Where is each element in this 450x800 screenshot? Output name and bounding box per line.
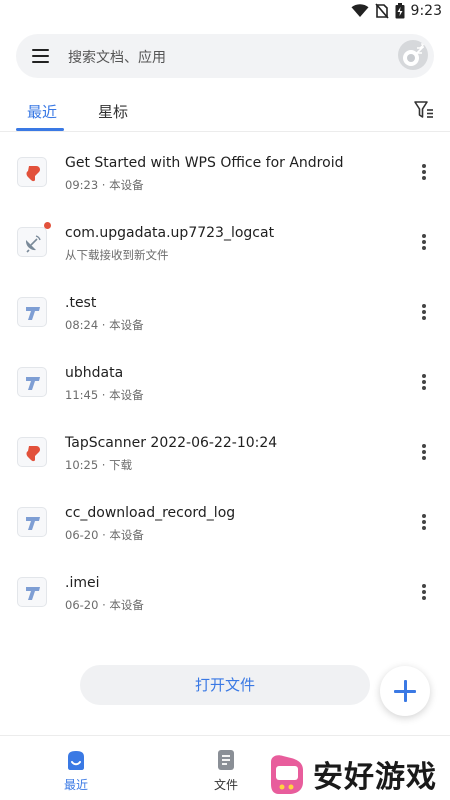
file-name: cc_download_record_log: [65, 505, 236, 521]
file-meta: 08:24 · 本设备: [65, 318, 144, 332]
status-bar: 9:23: [0, 0, 450, 24]
new-file-badge: [44, 222, 51, 229]
satellite-icon: [17, 227, 47, 257]
search-bar[interactable]: 搜索文档、应用: [16, 34, 434, 78]
status-time: 9:23: [410, 3, 442, 19]
nav-recent[interactable]: 最近: [36, 736, 116, 800]
file-name: .test: [65, 295, 97, 311]
battery-icon: [395, 3, 405, 19]
watermark-text: 安好游戏: [313, 760, 437, 795]
file-meta: 06-20 · 本设备: [65, 598, 144, 612]
file-name: com.upgadata.up7723_logcat: [65, 225, 275, 241]
file-row[interactable]: cc_download_record_log 06-20 · 本设备: [0, 490, 450, 560]
nav-files-label: 文件: [213, 778, 238, 792]
file-meta: 09:23 · 本设备: [65, 178, 144, 192]
filter-icon[interactable]: [413, 99, 435, 121]
more-options-icon[interactable]: [416, 232, 432, 252]
add-fab[interactable]: [380, 666, 430, 716]
more-options-icon[interactable]: [416, 372, 432, 392]
tab-starred[interactable]: 星标: [98, 101, 128, 122]
watermark: 安好游戏: [265, 752, 450, 800]
recent-icon: [68, 751, 84, 770]
file-list: Get Started with WPS Office for Android …: [0, 140, 450, 630]
no-sim-icon: [374, 3, 389, 19]
menu-icon[interactable]: [30, 46, 52, 66]
nav-files[interactable]: 文件: [186, 736, 266, 800]
nav-recent-label: 最近: [63, 778, 88, 792]
file-meta: 11:45 · 本设备: [65, 388, 144, 402]
file-name: TapScanner 2022-06-22-10:24: [65, 435, 278, 451]
text-doc-icon: [17, 507, 47, 537]
pdf-icon: [17, 157, 47, 187]
file-row[interactable]: .test 08:24 · 本设备: [0, 280, 450, 350]
file-row[interactable]: com.upgadata.up7723_logcat 从下载接收到新文件: [0, 210, 450, 280]
file-row[interactable]: TapScanner 2022-06-22-10:24 10:25 · 下载: [0, 420, 450, 490]
file-meta: 06-20 · 本设备: [65, 528, 144, 542]
avatar[interactable]: [398, 40, 428, 70]
file-meta: 从下载接收到新文件: [65, 248, 169, 262]
more-options-icon[interactable]: [416, 302, 432, 322]
text-doc-icon: [17, 297, 47, 327]
file-row[interactable]: .imei 06-20 · 本设备: [0, 560, 450, 630]
file-name: .imei: [65, 575, 100, 591]
search-input[interactable]: 搜索文档、应用: [68, 47, 166, 67]
more-options-icon[interactable]: [416, 582, 432, 602]
status-icons: 9:23: [351, 3, 442, 19]
document-icon: [218, 750, 234, 770]
wifi-icon: [351, 4, 369, 17]
more-options-icon[interactable]: [416, 512, 432, 532]
tab-divider: [0, 131, 450, 132]
file-name: Get Started with WPS Office for Android: [65, 155, 344, 171]
pdf-icon: [17, 437, 47, 467]
open-file-button[interactable]: 打开文件: [80, 665, 370, 705]
file-meta: 10:25 · 下载: [65, 458, 133, 472]
file-name: ubhdata: [65, 365, 124, 381]
more-options-icon[interactable]: [416, 442, 432, 462]
file-row[interactable]: Get Started with WPS Office for Android …: [0, 140, 450, 210]
text-doc-icon: [17, 577, 47, 607]
file-row[interactable]: ubhdata 11:45 · 本设备: [0, 350, 450, 420]
tab-recent[interactable]: 最近: [27, 101, 57, 122]
text-doc-icon: [17, 367, 47, 397]
more-options-icon[interactable]: [416, 162, 432, 182]
game-logo-icon: [271, 755, 303, 794]
